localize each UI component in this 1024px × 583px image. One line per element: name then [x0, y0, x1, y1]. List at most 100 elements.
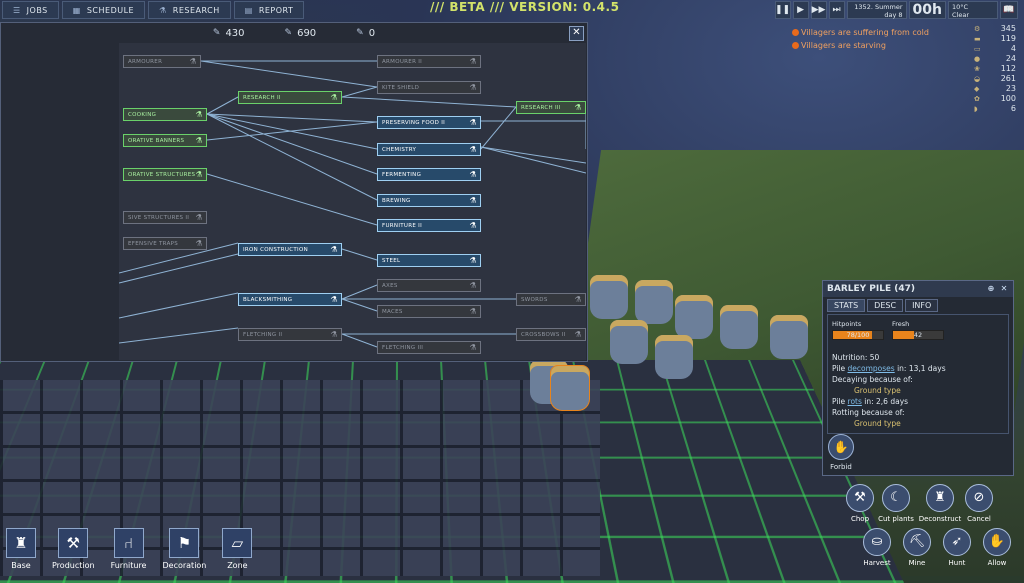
tree-link [480, 106, 517, 150]
mine-button[interactable]: ⛏ Mine [900, 528, 934, 567]
research-node[interactable]: PRESERVING FOOD II ⚗ [377, 116, 481, 129]
schedule-button[interactable]: ▦ SCHEDULE [61, 1, 146, 19]
clock-display: 00h [908, 1, 946, 19]
tab-desc[interactable]: DESC [867, 299, 904, 312]
research-node[interactable]: KITE SHIELD ⚗ [377, 81, 481, 94]
decompose-text: Pile decomposes in: 13,1 days [832, 364, 946, 373]
cancel-icon: ⊘ [965, 484, 993, 512]
pause-button[interactable]: ❚❚ [774, 1, 791, 19]
research-node[interactable]: FURNITURE II ⚗ [377, 219, 481, 232]
tree-link [341, 333, 378, 348]
hunt-button[interactable]: ➶ Hunt [940, 528, 974, 567]
flask-icon: ⚗ [195, 136, 203, 145]
build-production-button[interactable]: ⚒ Production [52, 528, 95, 570]
food-icon: ✿ [974, 95, 980, 103]
play-button[interactable]: ▶ [792, 1, 809, 19]
jobs-button[interactable]: ☰ JOBS [2, 1, 59, 19]
research-node[interactable]: FLETCHING III ⚗ [377, 341, 481, 354]
flask-icon: ⚗ [195, 213, 203, 222]
research-node[interactable]: STEEL ⚗ [377, 254, 481, 267]
build-furniture-button[interactable]: ⑁ Furniture [111, 528, 146, 570]
research-node[interactable]: BLACKSMITHING ⚗ [238, 293, 342, 306]
tab-stats[interactable]: STATS [827, 299, 866, 312]
forbid-button[interactable]: ✋ Forbid [826, 434, 856, 471]
log-icon: ▬ [974, 35, 981, 43]
hitpoints-bar: 78/100 [832, 330, 884, 340]
resource-row[interactable]: ▭ 4 [974, 44, 1016, 54]
fast-button[interactable]: ▶▶ [810, 1, 827, 19]
allow-button[interactable]: ✋ Allow [980, 528, 1014, 567]
research-node[interactable]: ORATIVE BANNERS ⚗ [123, 134, 207, 147]
research-node[interactable]: IRON CONSTRUCTION ⚗ [238, 243, 342, 256]
tree-link [206, 113, 378, 123]
resource-row[interactable]: ● 24 [974, 54, 1016, 64]
tree-link [206, 121, 378, 141]
research-window: ✎ 430 ✎ 690 ✎ 0 ✕ ARMOURER ⚗ ARMOURER II ⚗ KITE… [0, 22, 588, 362]
tree-link [480, 146, 586, 164]
tab-info[interactable]: INFO [905, 299, 939, 312]
research-node[interactable]: RESEARCH II ⚗ [238, 91, 342, 104]
flask-icon: ⚗ [330, 295, 338, 304]
research-node[interactable]: SWORDS ⚗ [516, 293, 586, 306]
build-base-button[interactable]: ♜ Base [6, 528, 36, 570]
close-icon[interactable]: ✕ [569, 26, 584, 41]
flask-icon: ⚗ [469, 83, 477, 92]
cancel-button[interactable]: ⊘ Cancel [962, 484, 996, 523]
research-node[interactable]: FERMENTING ⚗ [377, 168, 481, 181]
tree-link [119, 327, 239, 344]
research-node[interactable]: COOKING ⚗ [123, 108, 207, 121]
report-button[interactable]: ▤ REPORT [233, 1, 305, 19]
research-points: ✎ 430 ✎ 690 ✎ 0 [212, 27, 376, 39]
research-node[interactable]: EFENSIVE TRAPS ⚗ [123, 237, 207, 250]
scroll-icon: ✎ [212, 28, 221, 38]
flask-icon: ⚗ [574, 103, 582, 112]
research-node[interactable]: CHEMISTRY ⚗ [377, 143, 481, 156]
research-node[interactable]: ARMOURER II ⚗ [377, 55, 481, 68]
resource-row[interactable]: ▬ 119 [974, 34, 1016, 44]
research-tree[interactable]: ARMOURER ⚗ ARMOURER II ⚗ KITE SHIELD ⚗ RESEARC… [119, 43, 586, 360]
rots-link[interactable]: rots [848, 397, 862, 406]
build-decoration-button[interactable]: ⚑ Decoration [162, 528, 206, 570]
decomposes-link[interactable]: decomposes [848, 364, 895, 373]
resource-row[interactable]: ⚙ 345 [974, 24, 1016, 34]
research-node[interactable]: CROSSBOWS II ⚗ [516, 328, 586, 341]
chair-icon: ⑁ [113, 528, 144, 558]
research-node[interactable]: ARMOURER ⚗ [123, 55, 201, 68]
gear-icon: ⚙ [974, 25, 981, 33]
research-button[interactable]: ⚗ RESEARCH [148, 1, 231, 19]
research-node[interactable]: ORATIVE STRUCTURES ⚗ [123, 168, 207, 181]
resource-row[interactable]: ◗ 6 [974, 104, 1016, 114]
fastest-button[interactable]: ⏭ [828, 1, 845, 19]
book-icon: ✎ [284, 28, 293, 38]
build-zone-button[interactable]: ▱ Zone [222, 528, 253, 570]
research-node[interactable]: RESEARCH III ⚗ [516, 101, 586, 114]
harvest-button[interactable]: ⛀ Harvest [860, 528, 894, 567]
research-node[interactable]: SIVE STRUCTURES II ⚗ [123, 211, 207, 224]
alert-item[interactable]: Villagers are suffering from cold [792, 26, 929, 39]
book-icon-button[interactable]: 📖 [1000, 1, 1018, 19]
ore-icon: ◆ [974, 85, 980, 93]
resource-row[interactable]: ◒ 261 [974, 74, 1016, 84]
flask-icon: ⚗ [469, 118, 477, 127]
tree-link [119, 292, 239, 319]
close-icon[interactable]: ✕ [999, 284, 1009, 294]
deconstruct-icon: ♜ [926, 484, 954, 512]
research-node[interactable]: MACES ⚗ [377, 305, 481, 318]
research-node[interactable]: FLETCHING II ⚗ [238, 328, 342, 341]
research-node[interactable]: AXES ⚗ [377, 279, 481, 292]
resource-row[interactable]: ❀ 112 [974, 64, 1016, 74]
top-menu: ☰ JOBS ▦ SCHEDULE ⚗ RESEARCH ▤ REPORT [0, 0, 306, 22]
alert-item[interactable]: Villagers are starving [792, 39, 929, 52]
time-controls: ❚❚ ▶ ▶▶ ⏭ 1352. Summer day 8 00h 10°C Clea… [774, 1, 1018, 19]
flask-icon: ⚗ [195, 239, 203, 248]
deconstruct-button[interactable]: ♜ Deconstruct [912, 484, 968, 523]
resource-row[interactable]: ✿ 100 [974, 94, 1016, 104]
resource-row[interactable]: ◆ 23 [974, 84, 1016, 94]
target-icon[interactable]: ⊕ [986, 284, 996, 294]
hand-icon: ✋ [828, 434, 854, 460]
warning-icon [792, 42, 799, 49]
tree-link [341, 298, 378, 312]
stone-icon: ● [974, 55, 981, 63]
fresh-stat: Fresh 42 [892, 319, 944, 340]
research-node[interactable]: BREWING ⚗ [377, 194, 481, 207]
